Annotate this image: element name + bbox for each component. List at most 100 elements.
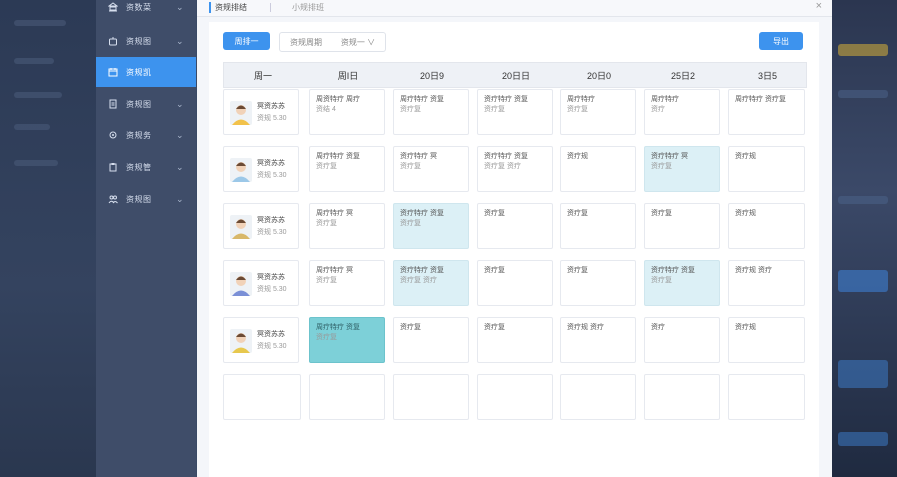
shift-cell[interactable]: 资疗特疗 资复 资疗复 — [393, 203, 469, 249]
backdrop-ghost — [838, 44, 888, 56]
bank-icon — [108, 2, 118, 12]
shift-cell[interactable]: 周疗特疗 资复 资疗复 — [309, 317, 385, 363]
shift-cell[interactable]: 资疗特疗 资复 资疗复 资疗 — [477, 146, 553, 192]
period-select[interactable]: 资规周期 — [279, 32, 333, 52]
avatar — [230, 158, 252, 182]
staff-card[interactable]: 冥资苏苏 资规 5.30 — [223, 146, 299, 192]
shift-cell[interactable]: 周资特疗 周疗 资结 4 — [309, 89, 385, 135]
shift-text: 资疗规 — [735, 324, 756, 331]
shift-text: 周疗特疗 资疗复 — [735, 96, 786, 103]
shift-subtext: 资结 4 — [316, 106, 336, 113]
shift-text: 资疗特疗 资复 — [484, 96, 528, 103]
shift-cell[interactable]: 资疗复 — [644, 203, 720, 249]
shift-cell[interactable]: 资疗特疗 冥资疗复 — [393, 146, 469, 192]
shift-cell[interactable]: 资疗复 — [477, 317, 553, 363]
shift-text: 资疗复 — [651, 210, 672, 217]
staff-card[interactable]: 冥资苏苏 资规 5.30 — [223, 89, 299, 135]
shift-text: 资疗复 — [484, 324, 505, 331]
shift-subtext: 资疗复 — [400, 106, 421, 113]
shift-cell[interactable]: 资疗特疗 资复 资疗复 — [644, 260, 720, 306]
empty-cell — [728, 374, 805, 420]
staff-name: 冥资苏苏 — [257, 103, 285, 110]
schedule-panel: 周排一 资规周期 资规一 ∨ 导出 周一 周I日 20日9 20日日 20日0 25日2 3… — [209, 22, 819, 477]
bot-icon — [108, 36, 118, 46]
sidebar-item-4[interactable]: 资规务 ⌄ — [96, 120, 196, 150]
staff-name: 冥资苏苏 — [257, 217, 285, 224]
backdrop-ghost — [838, 270, 888, 292]
shift-cell[interactable]: 资疗复 — [477, 260, 553, 306]
staff-card[interactable]: 冥资苏苏 资规 5.30 — [223, 317, 299, 363]
staff-meta: 资规 5.30 — [257, 229, 287, 236]
shift-cell[interactable]: 资疗复 — [560, 203, 636, 249]
staff-meta: 资规 5.30 — [257, 286, 287, 293]
shift-text: 周疗特疗 冥 — [316, 267, 353, 274]
staff-name: 冥资苏苏 — [257, 331, 285, 338]
shift-text: 资疗特疗 冥 — [400, 153, 437, 160]
tab-inactive[interactable]: 小规排班 — [292, 2, 324, 13]
shift-text: 资疗规 资疗 — [567, 324, 604, 331]
shift-text: 周疗特疗 资复 — [316, 153, 360, 160]
settings-icon — [108, 130, 118, 140]
shift-text: 资疗规 资疗 — [735, 267, 772, 274]
sidebar-item-2[interactable]: 资规凯 — [96, 57, 196, 87]
shift-cell[interactable]: 资疗规 — [728, 146, 805, 192]
shift-cell[interactable]: 资疗复 — [477, 203, 553, 249]
shift-subtext: 资疗复 — [400, 163, 421, 170]
shift-subtext: 资疗复 — [316, 277, 337, 284]
shift-subtext: 资疗 — [651, 106, 665, 113]
sidebar-item-5[interactable]: 资规管 ⌄ — [96, 152, 196, 182]
shift-cell[interactable]: 周疗特疗 冥资疗复 — [309, 203, 385, 249]
shift-cell[interactable]: 资疗规 — [560, 146, 636, 192]
staff-card[interactable]: 冥资苏苏资规 5.30 — [223, 203, 299, 249]
sidebar-item-label: 资规图 — [126, 99, 152, 109]
shift-text: 资疗特疗 资复 — [400, 210, 444, 217]
shift-cell[interactable]: 资疗规 资疗 — [560, 317, 636, 363]
shift-text: 周资特疗 周疗 — [316, 96, 360, 103]
chevron-down-icon: ⌄ — [176, 35, 184, 46]
shift-cell[interactable]: 周疗特疗 资疗 — [644, 89, 720, 135]
backdrop-ghost — [14, 92, 62, 98]
week-button[interactable]: 周排一 — [223, 32, 270, 50]
shift-cell[interactable]: 周疗特疗 资疗复 — [728, 89, 805, 135]
backdrop-ghost — [14, 160, 58, 166]
shift-cell[interactable]: 周疗特疗 资复 资疗复 — [309, 146, 385, 192]
shift-cell[interactable]: 周疗特疗 资复 资疗复 — [393, 89, 469, 135]
avatar — [230, 272, 252, 296]
column-header: 周一 — [253, 70, 272, 81]
shift-text: 资疗复 — [484, 210, 505, 217]
empty-cell — [223, 374, 301, 420]
shift-cell[interactable]: 资疗规 — [728, 317, 805, 363]
column-header: 20日9 — [419, 70, 445, 81]
main-window: 资规排结 小规排班 × 周排一 资规周期 资规一 ∨ 导出 周一 周I日 20日9 2… — [197, 0, 832, 477]
tab-active[interactable]: 资规排结 — [209, 2, 247, 13]
shift-cell[interactable]: 资疗复 — [560, 260, 636, 306]
shift-text: 周疗特疗 — [651, 96, 679, 103]
shift-subtext: 资疗复 — [316, 334, 337, 341]
shift-cell[interactable]: 资疗特疗 资复 资疗复 — [477, 89, 553, 135]
shift-cell[interactable]: 资疗规 资疗 — [728, 260, 805, 306]
shift-cell[interactable]: 周疗特疗 资疗复 — [560, 89, 636, 135]
shift-cell[interactable]: 资疗 — [644, 317, 720, 363]
shift-cell[interactable]: 资疗特疗 冥资疗复 — [644, 146, 720, 192]
backdrop-ghost — [14, 58, 54, 64]
shift-text: 资疗特疗 冥 — [651, 153, 688, 160]
shift-cell[interactable]: 资疗特疗 资复 资疗复 资疗 — [393, 260, 469, 306]
backdrop-ghost — [838, 360, 888, 388]
sidebar-item-3[interactable]: 资规图 ⌄ — [96, 89, 196, 119]
column-header: 周I日 — [337, 70, 359, 81]
shift-text: 资疗复 — [400, 324, 421, 331]
shift-text: 周疗特疗 资复 — [316, 324, 360, 331]
close-icon[interactable]: × — [816, 0, 822, 12]
filter-dropdown[interactable]: 资规一 ∨ — [331, 32, 386, 52]
shift-cell[interactable]: 周疗特疗 冥资疗复 — [309, 260, 385, 306]
backdrop-right — [832, 0, 897, 477]
export-button[interactable]: 导出 — [759, 32, 803, 50]
shift-cell[interactable]: 资疗规 — [728, 203, 805, 249]
staff-card[interactable]: 冥资苏苏 资规 5.30 — [223, 260, 299, 306]
sidebar-item-6[interactable]: 资规图 ⌄ — [96, 184, 196, 214]
sidebar-item-label: 资规图 — [126, 36, 152, 46]
shift-cell[interactable]: 资疗复 — [393, 317, 469, 363]
sidebar-item-1[interactable]: 资规图 ⌄ — [96, 26, 196, 56]
staff-name: 冥资苏苏 — [257, 160, 285, 167]
sidebar-item-0[interactable]: 资数菜 ⌄ — [96, 0, 196, 22]
